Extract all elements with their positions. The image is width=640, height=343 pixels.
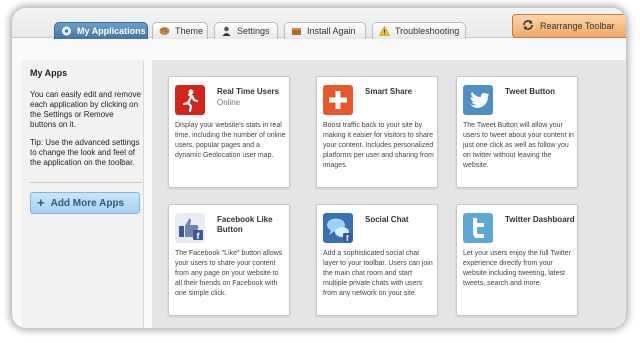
box-icon	[291, 25, 302, 35]
gear-icon	[61, 25, 72, 36]
sidebar-title: My Apps	[30, 68, 68, 78]
sidebar-description: You can easily edit and remove each appl…	[30, 90, 141, 129]
chat-bubbles-icon: f	[323, 213, 353, 243]
app-title: Real Time Users	[217, 87, 280, 96]
app-title: Social Chat	[365, 215, 409, 224]
plus-icon	[323, 85, 353, 115]
app-card-tweet-button[interactable]: Tweet Button The Tweet Button will allow…	[456, 76, 578, 188]
twitter-t-icon	[463, 213, 493, 243]
app-title: Tweet Button	[505, 87, 556, 96]
svg-text:f: f	[346, 234, 349, 243]
app-card-social-chat[interactable]: f Social Chat Add a sophisticated social…	[316, 204, 438, 316]
user-icon	[221, 25, 232, 36]
refresh-icon	[521, 18, 535, 32]
app-status: Online	[217, 98, 241, 107]
app-description: The Tweet Button will allow your users t…	[463, 122, 574, 169]
app-card-twitter-dashboard[interactable]: Twitter Dashboard Let your users enjoy t…	[456, 204, 578, 316]
warning-icon	[378, 25, 391, 36]
app-description: The Facebook "Like" button allows your u…	[175, 250, 283, 297]
app-card-smart-share[interactable]: Smart Share Boost traffic back to your s…	[316, 76, 438, 188]
app-description: Display your website's stats in real tim…	[175, 122, 286, 159]
add-more-apps-button[interactable]: + Add More Apps	[30, 192, 140, 214]
tab-install-again[interactable]: Install Again	[284, 22, 366, 39]
app-description: Boost traffic back to your site by makin…	[323, 122, 434, 169]
add-more-apps-label: Add More Apps	[50, 198, 125, 209]
tab-label: Install Again	[307, 26, 356, 36]
tab-label: My Applications	[77, 26, 146, 36]
tab-settings[interactable]: Settings	[214, 22, 278, 39]
apps-grid: Real Time Users Online Display your webs…	[152, 60, 626, 328]
palette-icon	[159, 25, 170, 35]
tab-label: Theme	[175, 26, 204, 36]
app-description: Add a sophisticated social chat layer to…	[323, 250, 433, 297]
rearrange-label: Rearrange Toolbar	[540, 21, 615, 31]
app-card-facebook-like-button[interactable]: f Facebook Like Button The Facebook "Lik…	[168, 204, 290, 316]
sidebar: My Apps You can easily edit and remove e…	[22, 60, 144, 328]
app-title: Twitter Dashboard	[505, 215, 575, 224]
tab-troubleshooting[interactable]: Troubleshooting	[372, 22, 466, 39]
runner-icon	[175, 85, 205, 115]
plus-icon: +	[37, 195, 45, 210]
facebook-like-icon: f	[175, 213, 205, 243]
tab-my-applications[interactable]: My Applications	[54, 22, 148, 39]
tab-theme[interactable]: Theme	[152, 22, 208, 39]
sidebar-tip: Tip: Use the advanced settings to change…	[30, 138, 140, 167]
sidebar-divider	[30, 182, 142, 183]
tab-bar: My Applications Theme Settings Install A…	[12, 8, 626, 39]
rearrange-toolbar-button[interactable]: Rearrange Toolbar	[512, 14, 626, 38]
tab-label: Settings	[237, 26, 270, 36]
app-card-real-time-users[interactable]: Real Time Users Online Display your webs…	[168, 76, 290, 188]
app-manager-window: My Applications Theme Settings Install A…	[12, 8, 626, 328]
app-title: Smart Share	[365, 87, 413, 96]
app-description: Let your users enjoy the full Twitter ex…	[463, 250, 572, 287]
twitter-bird-icon	[463, 85, 493, 115]
app-title: Facebook Like Button	[217, 215, 273, 234]
tab-label: Troubleshooting	[395, 26, 460, 36]
